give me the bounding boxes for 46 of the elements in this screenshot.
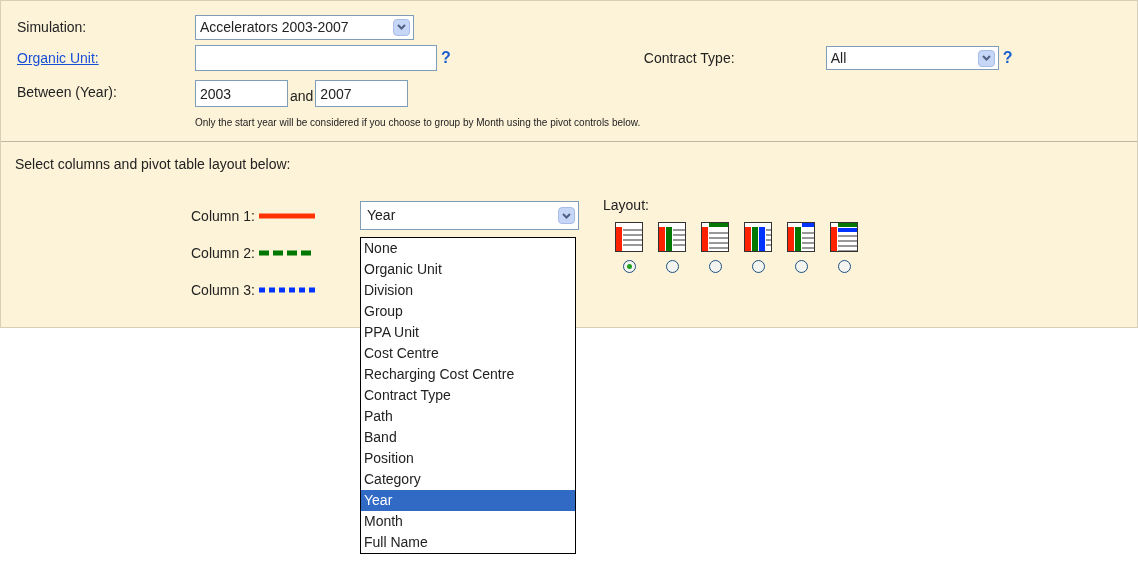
contract-type-select[interactable]: All [825,46,999,70]
dropdown-option[interactable]: Year [361,490,575,511]
column-label: Column 1: [191,206,255,226]
dropdown-option[interactable]: Month [361,511,575,532]
dropdown-option[interactable]: None [361,238,575,259]
dropdown-option[interactable]: Organic Unit [361,259,575,280]
radio-button[interactable] [665,260,679,273]
section-title: Select columns and pivot table layout below: [15,155,292,174]
radio-button[interactable] [751,260,765,273]
dropdown-option[interactable]: Cost Centre [361,343,575,364]
dropdown-option[interactable]: Contract Type [361,385,575,406]
organic-unit-field[interactable] [195,45,437,71]
layout-icon[interactable] [658,222,686,252]
dropdown-option[interactable]: Band [361,427,575,448]
dropdown-option[interactable]: Position [361,448,575,469]
dropdown-option[interactable]: PPA Unit [361,322,575,343]
dropdown-option[interactable]: Path [361,406,575,427]
layout-icon[interactable] [701,222,729,252]
dropdown-option[interactable]: Recharging Cost Centre [361,364,575,385]
note-text: Only the start year will be considered if you choose to group by Month using the pivot controls below. [194,116,642,130]
radio-button[interactable] [794,260,808,273]
dropdown-option[interactable]: Full Name [361,532,575,553]
layout-label: Layout: [603,197,649,213]
dropdown-option[interactable]: Category [361,469,575,490]
radio-button[interactable] [708,260,722,273]
radio-button[interactable] [622,260,636,273]
layout-icon[interactable] [830,222,858,252]
dropdown-option[interactable]: Group [361,301,575,322]
layout-icon[interactable] [615,222,643,252]
field-label: Between (Year): [17,83,118,102]
field-label: Simulation: [17,17,88,37]
help-link[interactable]: ? [1002,50,1013,66]
help-link[interactable]: ? [441,50,451,66]
column-select[interactable]: Year [360,201,579,230]
layout-icon[interactable] [787,222,815,252]
start-year-field[interactable]: 2003 [195,80,288,107]
and-label: and [290,87,314,106]
column-label: Column 2: [191,243,255,263]
dropdown-option[interactable]: Division [361,280,575,301]
column-label: Column 3: [191,280,255,300]
field-label: Contract Type: [643,48,736,68]
radio-button[interactable] [837,260,851,273]
organic-unit-link[interactable]: Organic Unit: [17,47,195,69]
end-year-field[interactable]: 2007 [315,80,409,107]
layout-icon[interactable] [744,222,772,252]
simulation-select[interactable]: Accelerators 2003-2007 [195,14,414,40]
